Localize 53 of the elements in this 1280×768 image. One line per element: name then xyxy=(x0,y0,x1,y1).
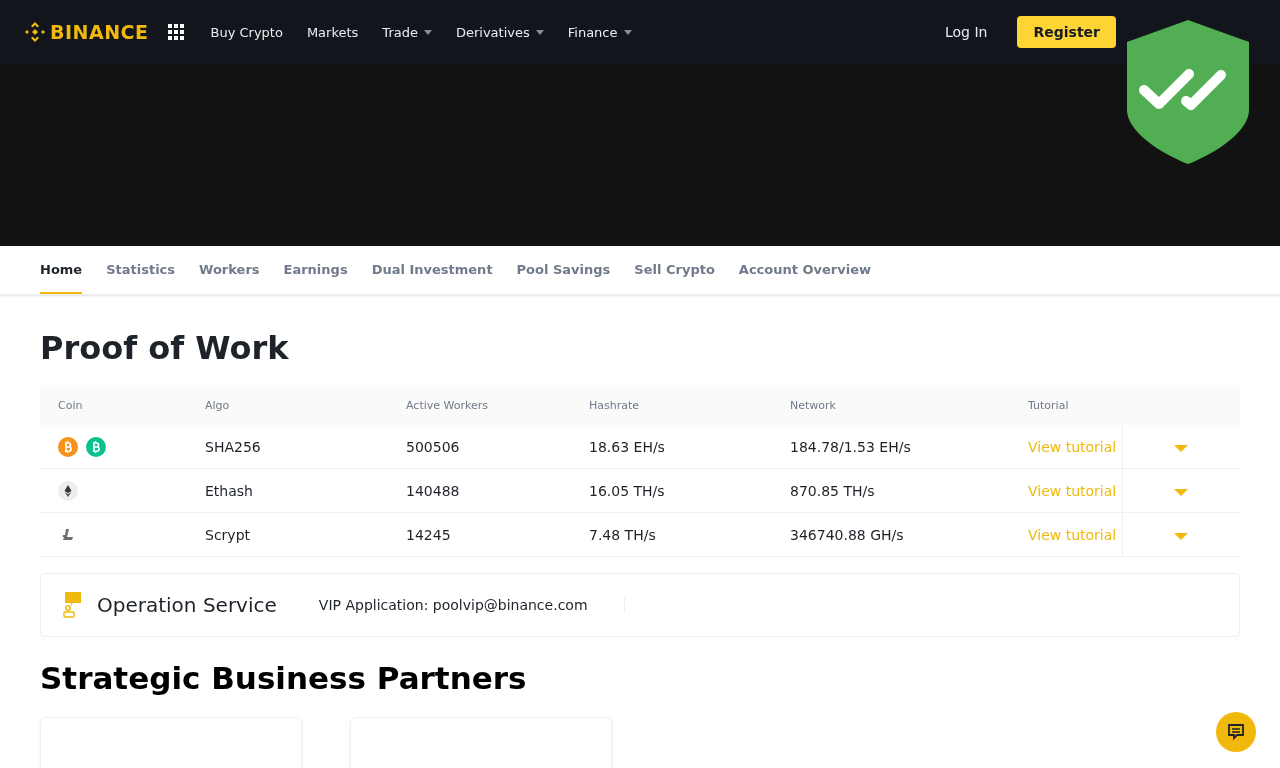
contact-text: VIP Application: poolvip@binance.com xyxy=(318,597,625,613)
table-cell: 346740.88 GH/s xyxy=(772,512,1010,557)
register-button[interactable]: Register xyxy=(1017,16,1116,48)
column-header: Coin xyxy=(40,385,187,425)
expand-caret-icon[interactable] xyxy=(1174,488,1189,496)
nav-link[interactable]: Trade xyxy=(382,24,432,40)
section-title: Strategic Business Partners xyxy=(40,659,528,697)
tab[interactable]: Dual Investment xyxy=(371,246,493,294)
nav-link[interactable]: Derivatives xyxy=(455,24,544,40)
bitcoin-icon xyxy=(58,436,78,457)
app-grid-icon[interactable] xyxy=(168,24,185,40)
column-header: Network xyxy=(772,385,1010,425)
column-header: Tutorial xyxy=(1010,385,1122,425)
service-title: Operation Service xyxy=(97,593,277,617)
caret-icon xyxy=(623,29,632,35)
nav-link[interactable]: Buy Crypto xyxy=(210,24,283,40)
table-cell: SHA256 xyxy=(187,425,388,469)
expand-caret-icon[interactable] xyxy=(1174,532,1189,540)
ethereum-icon xyxy=(58,480,78,501)
table-cell: 14245 xyxy=(388,512,571,557)
login-link[interactable]: Log In xyxy=(939,23,994,41)
tab[interactable]: Home xyxy=(40,246,83,294)
page-title: Proof of Work xyxy=(40,329,290,367)
tab[interactable]: Pool Savings xyxy=(516,246,611,294)
support-agent-icon xyxy=(63,592,81,618)
tab[interactable]: Sell Crypto xyxy=(634,246,715,294)
column-header: Hashrate xyxy=(571,385,772,425)
caret-icon xyxy=(535,29,544,35)
table-cell: 18.63 EH/s xyxy=(571,425,772,469)
table-cell: 870.85 TH/s xyxy=(772,468,1010,513)
nav-link[interactable]: Finance xyxy=(567,24,632,40)
shield-check-icon xyxy=(1126,20,1250,164)
tab[interactable]: Earnings xyxy=(283,246,348,294)
column-header: Active Workers xyxy=(388,385,571,425)
tab[interactable]: Workers xyxy=(199,246,260,294)
table-cell: 7.48 TH/s xyxy=(571,512,772,557)
chat-icon xyxy=(1227,723,1245,741)
caret-icon xyxy=(423,29,432,35)
bitcoin-cash-icon xyxy=(86,436,106,457)
table-cell: 500506 xyxy=(388,425,571,469)
table-cell: 140488 xyxy=(388,468,571,513)
logo-text: BINANCE xyxy=(50,21,149,43)
nav-link[interactable]: Markets xyxy=(306,24,359,40)
table-cell: Scrypt xyxy=(187,512,388,557)
chat-button[interactable] xyxy=(1216,712,1256,752)
table-cell: 16.05 TH/s xyxy=(571,468,772,513)
tab[interactable]: Account Overview xyxy=(738,246,871,294)
table-cell: 184.78/1.53 EH/s xyxy=(772,425,1010,469)
diamond-logo-icon xyxy=(24,21,46,43)
column-header: Algo xyxy=(187,385,388,425)
expand-caret-icon[interactable] xyxy=(1174,444,1189,452)
tab[interactable]: Statistics xyxy=(106,246,176,294)
table-cell: Ethash xyxy=(187,468,388,513)
